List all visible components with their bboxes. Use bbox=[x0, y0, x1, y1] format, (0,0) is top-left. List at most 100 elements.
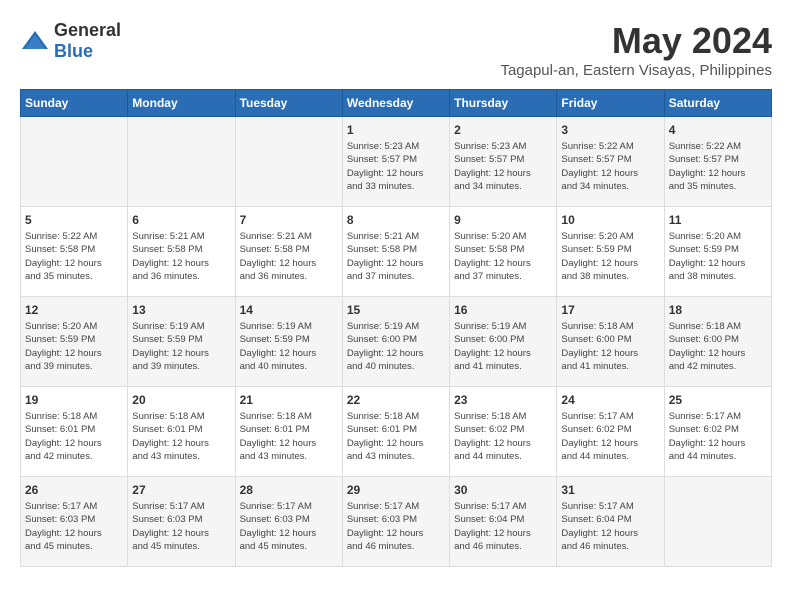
calendar-cell: 3Sunrise: 5:22 AM Sunset: 5:57 PM Daylig… bbox=[557, 117, 664, 207]
day-number: 6 bbox=[132, 213, 230, 227]
day-content: Sunrise: 5:18 AM Sunset: 6:01 PM Dayligh… bbox=[132, 410, 230, 463]
week-row-4: 19 Sunrise: 5:18 AM Sunset: 6:01 PM Dayli… bbox=[21, 387, 772, 477]
day-number: 11 bbox=[669, 213, 767, 227]
day-number: 2 bbox=[454, 123, 552, 137]
day-content: Sunrise: 5:18 AM Sunset: 6:00 PM Dayligh… bbox=[669, 320, 767, 373]
day-content: Sunrise: 5:21 AM Sunset: 5:58 PM Dayligh… bbox=[132, 230, 230, 283]
day-content: Sunrise: 5:17 AM Sunset: 6:03 PM Dayligh… bbox=[132, 500, 230, 553]
day-header-friday: Friday bbox=[557, 90, 664, 117]
day-content: Sunrise: 5:21 AM Sunset: 5:58 PM Dayligh… bbox=[240, 230, 338, 283]
calendar-cell: 31Sunrise: 5:17 AM Sunset: 6:04 PM Dayli… bbox=[557, 477, 664, 567]
calendar-cell: 1 Sunrise: 5:23 AM Sunset: 5:57 PM Daylig… bbox=[342, 117, 449, 207]
day-content: Sunrise: 5:20 AM Sunset: 5:58 PM Dayligh… bbox=[454, 230, 552, 283]
day-header-monday: Monday bbox=[128, 90, 235, 117]
day-number: 24 bbox=[561, 393, 659, 407]
calendar-cell bbox=[235, 117, 342, 207]
day-content: Sunrise: 5:17 AM Sunset: 6:04 PM Dayligh… bbox=[561, 500, 659, 553]
calendar-cell: 5 Sunrise: 5:22 AM Sunset: 5:58 PM Daylig… bbox=[21, 207, 128, 297]
day-number: 19 bbox=[25, 393, 123, 407]
day-content: Sunrise: 5:22 AM Sunset: 5:57 PM Dayligh… bbox=[669, 140, 767, 193]
day-content: Sunrise: 5:19 AM Sunset: 6:00 PM Dayligh… bbox=[454, 320, 552, 373]
title-area: May 2024 Tagapul-an, Eastern Visayas, Ph… bbox=[500, 20, 772, 79]
day-number: 16 bbox=[454, 303, 552, 317]
calendar-cell: 29 Sunrise: 5:17 AM Sunset: 6:03 PM Dayli… bbox=[342, 477, 449, 567]
calendar-cell: 2 Sunrise: 5:23 AM Sunset: 5:57 PM Daylig… bbox=[450, 117, 557, 207]
day-number: 28 bbox=[240, 483, 338, 497]
day-content: Sunrise: 5:21 AM Sunset: 5:58 PM Dayligh… bbox=[347, 230, 445, 283]
calendar-cell: 26 Sunrise: 5:17 AM Sunset: 6:03 PM Dayli… bbox=[21, 477, 128, 567]
day-number: 22 bbox=[347, 393, 445, 407]
day-number: 27 bbox=[132, 483, 230, 497]
day-header-sunday: Sunday bbox=[21, 90, 128, 117]
day-content: Sunrise: 5:19 AM Sunset: 6:00 PM Dayligh… bbox=[347, 320, 445, 373]
day-content: Sunrise: 5:17 AM Sunset: 6:02 PM Dayligh… bbox=[669, 410, 767, 463]
calendar-cell: 6 Sunrise: 5:21 AM Sunset: 5:58 PM Daylig… bbox=[128, 207, 235, 297]
day-number: 7 bbox=[240, 213, 338, 227]
week-row-1: 1 Sunrise: 5:23 AM Sunset: 5:57 PM Daylig… bbox=[21, 117, 772, 207]
day-content: Sunrise: 5:18 AM Sunset: 6:01 PM Dayligh… bbox=[240, 410, 338, 463]
calendar-cell: 9 Sunrise: 5:20 AM Sunset: 5:58 PM Daylig… bbox=[450, 207, 557, 297]
day-content: Sunrise: 5:17 AM Sunset: 6:03 PM Dayligh… bbox=[240, 500, 338, 553]
week-row-2: 5 Sunrise: 5:22 AM Sunset: 5:58 PM Daylig… bbox=[21, 207, 772, 297]
day-header-tuesday: Tuesday bbox=[235, 90, 342, 117]
day-content: Sunrise: 5:22 AM Sunset: 5:57 PM Dayligh… bbox=[561, 140, 659, 193]
day-content: Sunrise: 5:17 AM Sunset: 6:04 PM Dayligh… bbox=[454, 500, 552, 553]
calendar-cell: 21 Sunrise: 5:18 AM Sunset: 6:01 PM Dayli… bbox=[235, 387, 342, 477]
calendar-cell: 10 Sunrise: 5:20 AM Sunset: 5:59 PM Dayli… bbox=[557, 207, 664, 297]
calendar-cell bbox=[21, 117, 128, 207]
day-content: Sunrise: 5:23 AM Sunset: 5:57 PM Dayligh… bbox=[454, 140, 552, 193]
calendar-cell: 20Sunrise: 5:18 AM Sunset: 6:01 PM Dayli… bbox=[128, 387, 235, 477]
day-number: 4 bbox=[669, 123, 767, 137]
day-number: 29 bbox=[347, 483, 445, 497]
day-content: Sunrise: 5:18 AM Sunset: 6:00 PM Dayligh… bbox=[561, 320, 659, 373]
day-content: Sunrise: 5:20 AM Sunset: 5:59 PM Dayligh… bbox=[669, 230, 767, 283]
day-number: 5 bbox=[25, 213, 123, 227]
calendar-cell: 22Sunrise: 5:18 AM Sunset: 6:01 PM Dayli… bbox=[342, 387, 449, 477]
day-content: Sunrise: 5:17 AM Sunset: 6:03 PM Dayligh… bbox=[347, 500, 445, 553]
calendar-cell: 8 Sunrise: 5:21 AM Sunset: 5:58 PM Daylig… bbox=[342, 207, 449, 297]
calendar-cell: 16 Sunrise: 5:19 AM Sunset: 6:00 PM Dayli… bbox=[450, 297, 557, 387]
day-number: 21 bbox=[240, 393, 338, 407]
day-content: Sunrise: 5:17 AM Sunset: 6:02 PM Dayligh… bbox=[561, 410, 659, 463]
calendar-cell: 11 Sunrise: 5:20 AM Sunset: 5:59 PM Dayli… bbox=[664, 207, 771, 297]
logo-blue-text: Blue bbox=[54, 41, 93, 61]
calendar-cell: 7 Sunrise: 5:21 AM Sunset: 5:58 PM Daylig… bbox=[235, 207, 342, 297]
logo-general-text: General bbox=[54, 20, 121, 40]
day-content: Sunrise: 5:22 AM Sunset: 5:58 PM Dayligh… bbox=[25, 230, 123, 283]
day-content: Sunrise: 5:19 AM Sunset: 5:59 PM Dayligh… bbox=[240, 320, 338, 373]
logo: General Blue bbox=[20, 20, 121, 62]
day-number: 9 bbox=[454, 213, 552, 227]
calendar-cell: 13 Sunrise: 5:19 AM Sunset: 5:59 PM Dayli… bbox=[128, 297, 235, 387]
day-number: 26 bbox=[25, 483, 123, 497]
calendar-cell: 12Sunrise: 5:20 AM Sunset: 5:59 PM Dayli… bbox=[21, 297, 128, 387]
day-number: 23 bbox=[454, 393, 552, 407]
calendar-table: SundayMondayTuesdayWednesdayThursdayFrid… bbox=[20, 89, 772, 567]
day-content: Sunrise: 5:23 AM Sunset: 5:57 PM Dayligh… bbox=[347, 140, 445, 193]
month-title: May 2024 bbox=[500, 20, 772, 62]
calendar-cell: 4 Sunrise: 5:22 AM Sunset: 5:57 PM Daylig… bbox=[664, 117, 771, 207]
day-number: 30 bbox=[454, 483, 552, 497]
day-number: 10 bbox=[561, 213, 659, 227]
day-number: 17 bbox=[561, 303, 659, 317]
calendar-cell: 18 Sunrise: 5:18 AM Sunset: 6:00 PM Dayli… bbox=[664, 297, 771, 387]
header-row: SundayMondayTuesdayWednesdayThursdayFrid… bbox=[21, 90, 772, 117]
calendar-cell: 27 Sunrise: 5:17 AM Sunset: 6:03 PM Dayli… bbox=[128, 477, 235, 567]
day-content: Sunrise: 5:20 AM Sunset: 5:59 PM Dayligh… bbox=[561, 230, 659, 283]
day-number: 1 bbox=[347, 123, 445, 137]
calendar-cell: 17 Sunrise: 5:18 AM Sunset: 6:00 PM Dayli… bbox=[557, 297, 664, 387]
page-header: General Blue May 2024 Tagapul-an, Easter… bbox=[20, 20, 772, 79]
day-number: 18 bbox=[669, 303, 767, 317]
day-number: 8 bbox=[347, 213, 445, 227]
day-number: 13 bbox=[132, 303, 230, 317]
calendar-cell: 24 Sunrise: 5:17 AM Sunset: 6:02 PM Dayli… bbox=[557, 387, 664, 477]
day-content: Sunrise: 5:17 AM Sunset: 6:03 PM Dayligh… bbox=[25, 500, 123, 553]
day-content: Sunrise: 5:19 AM Sunset: 5:59 PM Dayligh… bbox=[132, 320, 230, 373]
calendar-cell: 30 Sunrise: 5:17 AM Sunset: 6:04 PM Dayli… bbox=[450, 477, 557, 567]
day-header-saturday: Saturday bbox=[664, 90, 771, 117]
calendar-cell bbox=[664, 477, 771, 567]
calendar-cell: 19Sunrise: 5:18 AM Sunset: 6:01 PM Dayli… bbox=[21, 387, 128, 477]
day-number: 25 bbox=[669, 393, 767, 407]
day-content: Sunrise: 5:18 AM Sunset: 6:02 PM Dayligh… bbox=[454, 410, 552, 463]
calendar-cell: 23 Sunrise: 5:18 AM Sunset: 6:02 PM Dayli… bbox=[450, 387, 557, 477]
calendar-cell: 25 Sunrise: 5:17 AM Sunset: 6:02 PM Dayli… bbox=[664, 387, 771, 477]
